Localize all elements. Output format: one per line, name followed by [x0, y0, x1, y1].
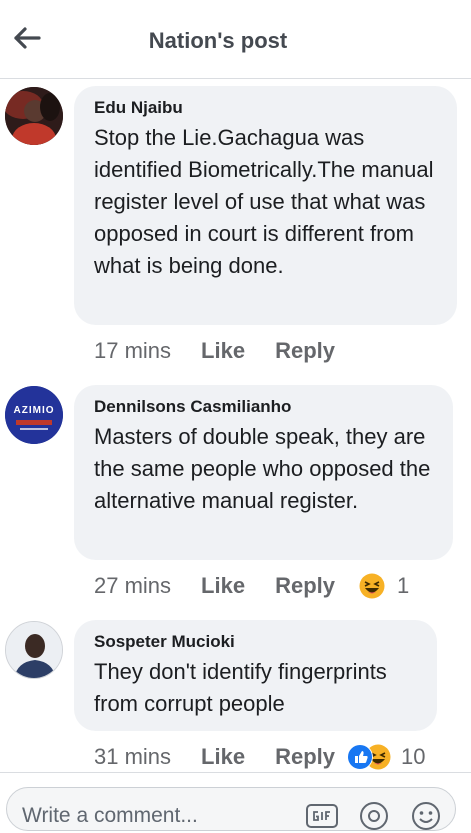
like-button[interactable]: Like	[201, 573, 245, 599]
comment-bubble: Dennilsons Casmilianho Masters of double…	[74, 385, 453, 560]
reply-button[interactable]: Reply	[275, 573, 335, 599]
azimio-logo-icon: AZIMIO	[5, 386, 63, 444]
comment-actions: 17 mins Like Reply	[94, 336, 365, 366]
reaction-summary[interactable]: 10	[347, 744, 425, 770]
header-bar: Nation's post	[0, 0, 471, 79]
reaction-count: 10	[401, 744, 426, 769]
sticker-icon[interactable]	[357, 799, 391, 833]
profile-photo-icon	[6, 622, 62, 678]
avatar[interactable]: AZIMIO	[5, 386, 63, 444]
comment-time[interactable]: 27 mins	[94, 573, 171, 599]
like-reaction-icon	[347, 744, 373, 770]
reply-button[interactable]: Reply	[275, 744, 335, 770]
emoji-icon[interactable]	[409, 799, 443, 833]
comment-actions: 27 mins Like Reply 1	[94, 571, 409, 601]
comment-bubble: Edu Njaibu Stop the Lie.Gachagua was ide…	[74, 86, 457, 325]
comment-author[interactable]: Sospeter Mucioki	[94, 632, 417, 652]
avatar-logo-text: AZIMIO	[14, 405, 55, 416]
comment-actions: 31 mins Like Reply 10	[94, 742, 425, 772]
like-button[interactable]: Like	[201, 338, 245, 364]
comment-composer: Write a comment...	[0, 772, 471, 831]
comment-text: Stop the Lie.Gachagua was identified Bio…	[94, 125, 434, 278]
like-button[interactable]: Like	[201, 744, 245, 770]
comment-bubble: Sospeter Mucioki They don't identify fin…	[74, 620, 437, 731]
avatar[interactable]	[5, 621, 63, 679]
comment-placeholder: Write a comment...	[22, 804, 198, 827]
comment-time[interactable]: 17 mins	[94, 338, 171, 364]
reaction-count: 1	[397, 573, 410, 598]
profile-photo-icon	[5, 87, 63, 145]
comment-text: Masters of double speak, they are the sa…	[94, 424, 431, 513]
reply-button[interactable]: Reply	[275, 338, 335, 364]
comment-input[interactable]: Write a comment...	[6, 787, 456, 831]
avatar[interactable]	[5, 87, 63, 145]
reaction-summary[interactable]: 1	[359, 573, 409, 599]
haha-reaction-icon	[359, 573, 385, 599]
comment-time[interactable]: 31 mins	[94, 744, 171, 770]
page-title: Nation's post	[148, 28, 288, 53]
comment-text: They don't identify fingerprints from co…	[94, 659, 387, 716]
comment-author[interactable]: Dennilsons Casmilianho	[94, 397, 433, 417]
comment-author[interactable]: Edu Njaibu	[94, 98, 437, 118]
gif-icon[interactable]	[305, 799, 339, 833]
